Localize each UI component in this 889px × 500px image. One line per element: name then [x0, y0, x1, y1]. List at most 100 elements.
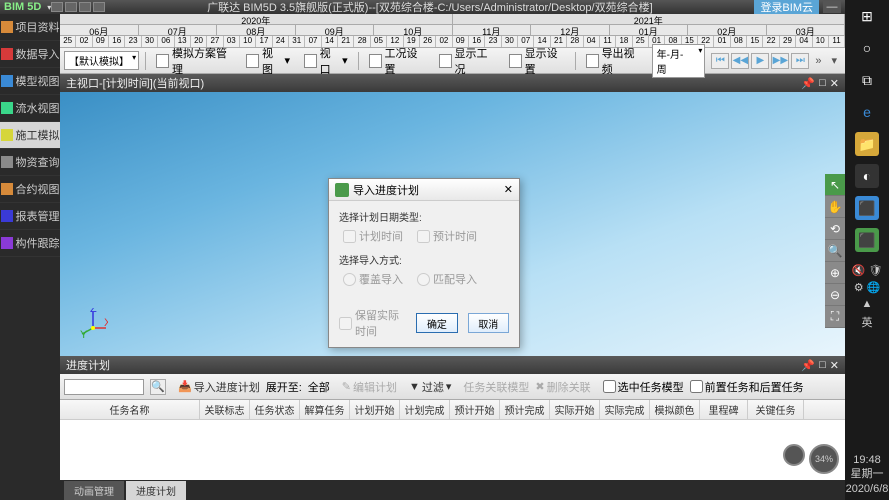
pin-icon[interactable]: 📌 — [801, 77, 815, 90]
minimize-button[interactable]: — — [823, 1, 841, 13]
vp-max-icon[interactable]: □ — [819, 77, 826, 90]
select-tool[interactable]: ↖ — [825, 174, 845, 196]
expand-toolbar[interactable]: » — [815, 55, 821, 67]
cancel-button[interactable]: 取消 — [468, 313, 509, 333]
win-ie[interactable]: e — [855, 100, 879, 124]
schedule-panel-header: 进度计划 📌□✕ — [60, 356, 845, 374]
col-header[interactable]: 实际开始 — [550, 400, 600, 419]
win-start[interactable]: ⊞ — [855, 4, 879, 28]
tab-schedule[interactable]: 进度计划 — [126, 481, 186, 500]
opt-match[interactable]: 匹配导入 — [417, 271, 477, 287]
bottom-panel: 进度计划 📌□✕ 🔍 📥 导入进度计划 展开至: 全部 ✎ 编辑计划 ▼ 过滤 … — [60, 356, 845, 480]
panel-close-icon[interactable]: ✕ — [830, 359, 839, 372]
chk-pre-post[interactable]: 前置任务和后置任务 — [690, 379, 804, 395]
win-app3[interactable]: ⬛ — [855, 228, 879, 252]
col-header[interactable]: 计划开始 — [350, 400, 400, 419]
sidebar-item-2[interactable]: 模型视图 — [0, 68, 60, 95]
col-header[interactable]: 关联标志 — [200, 400, 250, 419]
win-taskview[interactable]: ⧉ — [855, 68, 879, 92]
opt-plan-time[interactable]: 计划时间 — [343, 228, 403, 244]
sim-combo[interactable]: 【默认模拟】 — [64, 51, 139, 70]
fit-tool[interactable]: ⛶ — [825, 306, 845, 328]
pan-tool[interactable]: ✋ — [825, 196, 845, 218]
delete-link-button[interactable]: ✖ 删除关联 — [535, 379, 590, 395]
win-search[interactable]: ○ — [855, 36, 879, 60]
filter-button[interactable]: ▼ 过滤 ▾ — [409, 379, 451, 395]
orbit-tool[interactable]: ⟲ — [825, 218, 845, 240]
opt-overwrite[interactable]: 覆盖导入 — [343, 271, 403, 287]
progress-widget[interactable]: 34% — [783, 444, 839, 474]
viewport-header: 主视口-[计划时间](当前视口) 📌 □ ✕ — [60, 74, 845, 92]
sidebar-item-5[interactable]: 物资查询 — [0, 149, 60, 176]
col-header[interactable]: 里程碑 — [700, 400, 748, 419]
col-header[interactable]: 关键任务 — [748, 400, 804, 419]
sidebar-icon — [1, 156, 13, 168]
svg-text:Y: Y — [80, 329, 88, 338]
win-explorer[interactable]: 📁 — [855, 132, 879, 156]
sidebar-icon — [1, 237, 13, 249]
tab-animation[interactable]: 动画管理 — [64, 481, 124, 500]
axis-gizmo[interactable]: X Y Z — [78, 308, 108, 338]
search-button[interactable]: 🔍 — [150, 379, 166, 395]
col-header[interactable]: 预计完成 — [500, 400, 550, 419]
play-button[interactable]: ▶ — [751, 53, 769, 69]
dialog-titlebar[interactable]: 导入进度计划 ✕ — [329, 179, 519, 201]
main-toolbar: 【默认模拟】 模拟方案管理 视图 ▾ 视口 ▾ 工况设置 显示工况 显示设置 导… — [60, 48, 845, 74]
timescale-combo[interactable]: 年-月-周 — [652, 44, 706, 78]
col-header[interactable]: 预计开始 — [450, 400, 500, 419]
app-logo: BIM 5D — [4, 1, 41, 13]
ok-button[interactable]: 确定 — [416, 313, 457, 333]
bottom-tabs: 动画管理 进度计划 — [60, 480, 845, 500]
link-model-button[interactable]: 任务关联模型 — [463, 379, 529, 395]
col-header[interactable]: 模拟颜色 — [650, 400, 700, 419]
col-header[interactable]: 解算任务 — [300, 400, 350, 419]
col-header[interactable]: 任务名称 — [60, 400, 200, 419]
viewport-title: 主视口-[计划时间](当前视口) — [66, 75, 204, 91]
sidebar-icon — [1, 21, 13, 33]
quick-access[interactable] — [51, 2, 105, 12]
opt-forecast-time[interactable]: 预计时间 — [417, 228, 477, 244]
date-type-label: 选择计划日期类型: — [339, 209, 509, 224]
vp-close-icon[interactable]: ✕ — [830, 77, 839, 90]
table-header: 任务名称关联标志任务状态解算任务计划开始计划完成预计开始预计完成实际开始实际完成… — [60, 400, 845, 420]
panel-max-icon[interactable]: □ — [819, 359, 826, 372]
first-button[interactable]: ⏮ — [711, 53, 729, 69]
col-header[interactable]: 实际完成 — [600, 400, 650, 419]
system-tray[interactable]: 🔇 🛡⚙ 🌐▲ 英 — [852, 260, 883, 334]
win-app2[interactable]: ⬛ — [855, 196, 879, 220]
zoom-tool[interactable]: 🔍 — [825, 240, 845, 262]
search-input[interactable] — [64, 379, 144, 395]
sidebar-item-3[interactable]: 流水视图 — [0, 95, 60, 122]
col-header[interactable]: 任务状态 — [250, 400, 300, 419]
progress-circle[interactable]: 34% — [809, 444, 839, 474]
show-set-icon — [509, 54, 522, 68]
opt-keep-actual[interactable]: 保留实际时间 — [339, 307, 406, 339]
table-body[interactable] — [60, 420, 845, 480]
sidebar-item-0[interactable]: 项目资料 — [0, 14, 60, 41]
expand-combo[interactable]: 全部 — [308, 379, 330, 395]
sidebar-item-4[interactable]: 施工模拟 — [0, 122, 60, 149]
prev-button[interactable]: ◀◀ — [731, 53, 749, 69]
edit-plan-button[interactable]: ✎ 编辑计划 — [342, 379, 397, 395]
import-schedule-button[interactable]: 📥 导入进度计划 — [178, 379, 260, 395]
panel-pin-icon[interactable]: 📌 — [801, 359, 815, 372]
progress-small[interactable] — [783, 444, 805, 466]
taskbar-clock[interactable]: 19:48星期一2020/6/8 — [846, 449, 889, 500]
col-header[interactable]: 计划完成 — [400, 400, 450, 419]
sidebar-item-6[interactable]: 合约视图 — [0, 176, 60, 203]
dialog-icon — [335, 183, 349, 197]
sidebar-icon — [1, 48, 13, 60]
zoom-in-tool[interactable]: ⊕ — [825, 262, 845, 284]
win-app1[interactable]: ◐ — [855, 164, 879, 188]
chk-selected-model[interactable]: 选中任务模型 — [603, 379, 684, 395]
zoom-out-tool[interactable]: ⊖ — [825, 284, 845, 306]
sidebar-item-7[interactable]: 报表管理 — [0, 203, 60, 230]
dialog-close-icon[interactable]: ✕ — [504, 183, 513, 196]
window-title: 广联达 BIM5D 3.5旗舰版(正式版)--[双苑综合楼-C:/Users/A… — [105, 0, 754, 15]
sidebar-item-8[interactable]: 构件跟踪 — [0, 230, 60, 257]
next-button[interactable]: ▶▶ — [771, 53, 789, 69]
last-button[interactable]: ⏭ — [791, 53, 809, 69]
sidebar-item-1[interactable]: 数据导入 — [0, 41, 60, 68]
import-dialog: 导入进度计划 ✕ 选择计划日期类型: 计划时间 预计时间 选择导入方式: 覆盖导… — [328, 178, 520, 348]
lang-indicator[interactable]: 英 — [862, 314, 873, 330]
